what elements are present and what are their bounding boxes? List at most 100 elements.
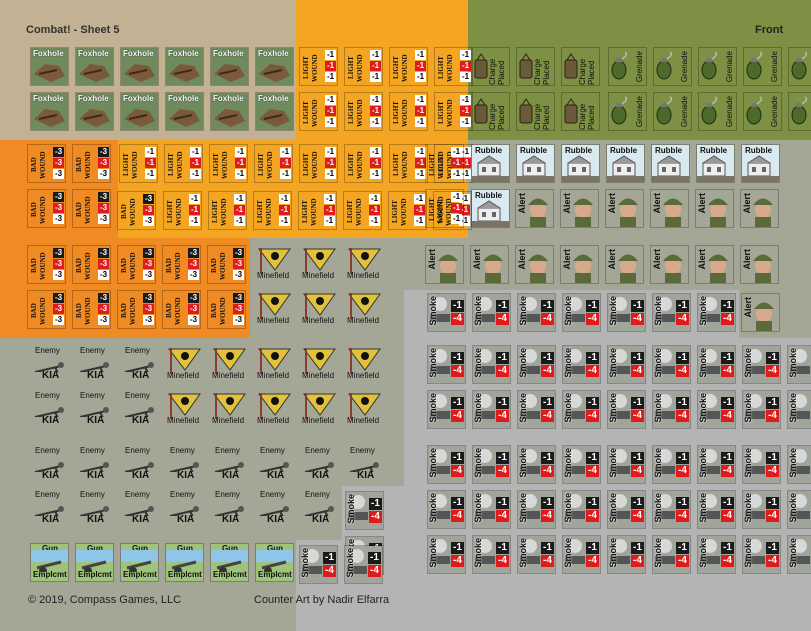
counter-smoke[interactable]: Smoke-1-4 bbox=[473, 294, 510, 331]
counter-smoke[interactable]: Smoke-1-4 bbox=[608, 391, 645, 428]
counter-smoke[interactable]: Smoke-1-4 bbox=[346, 492, 383, 529]
counter-smoke[interactable]: Smoke-1-4 bbox=[563, 491, 600, 528]
counter-smoke[interactable]: Smoke-1-4 bbox=[698, 491, 735, 528]
counter-grenade[interactable]: Grenade bbox=[744, 48, 781, 85]
counter-minefield[interactable]: Minefield bbox=[346, 291, 383, 328]
counter-light-wound[interactable]: LIGHT WOUND -1 -1 -1 bbox=[255, 145, 292, 182]
counter-light-wound[interactable]: LIGHT WOUND -1 -1 -1 bbox=[435, 48, 472, 85]
counter-gun-emplcmt[interactable]: Gun Emplcmt bbox=[166, 544, 203, 581]
counter-enemy-kia[interactable]: Enemy KIA bbox=[31, 391, 68, 428]
counter-smoke[interactable]: Smoke-1-4 bbox=[608, 491, 645, 528]
counter-smoke[interactable]: Smoke-1-4 bbox=[698, 346, 735, 383]
counter-minefield[interactable]: Minefield bbox=[346, 246, 383, 283]
counter-smoke[interactable]: Smoke-1-4 bbox=[518, 491, 555, 528]
counter-foxhole[interactable]: Foxhole bbox=[121, 48, 158, 85]
counter-bad-wound[interactable]: BAD WOUND -3 -3 -3 bbox=[73, 246, 110, 283]
counter-light-wound[interactable]: LIGHT WOUND -1 -1 -1 bbox=[299, 192, 336, 229]
counter-alert[interactable]: Alert bbox=[651, 190, 688, 227]
counter-enemy-kia[interactable]: Enemy KIA bbox=[31, 346, 68, 383]
counter-light-wound[interactable]: LIGHT WOUND -1 -1 -1 bbox=[300, 48, 337, 85]
counter-minefield[interactable]: Minefield bbox=[166, 391, 203, 428]
counter-smoke[interactable]: Smoke-1-4 bbox=[563, 446, 600, 483]
counter-grenade[interactable]: Grenade bbox=[609, 48, 646, 85]
counter-grenade[interactable]: Grenade bbox=[654, 93, 691, 130]
counter-rubble[interactable]: Rubble bbox=[607, 145, 644, 182]
counter-grenade[interactable]: Grenade bbox=[699, 48, 736, 85]
counter-smoke[interactable]: Smoke-1-4 bbox=[473, 536, 510, 573]
counter-enemy-kia[interactable]: Enemy KIA bbox=[121, 346, 158, 383]
counter-foxhole[interactable]: Foxhole bbox=[31, 93, 68, 130]
counter-foxhole[interactable]: Foxhole bbox=[121, 93, 158, 130]
counter-light-wound[interactable]: LIGHT WOUND -1 -1 -1 bbox=[435, 93, 472, 130]
counter-alert[interactable]: Alert bbox=[471, 246, 508, 283]
counter-enemy-kia[interactable]: Enemy KIA bbox=[121, 391, 158, 428]
counter-alert[interactable]: Alert bbox=[696, 190, 733, 227]
counter-enemy-kia[interactable]: Enemy KIA bbox=[301, 490, 338, 527]
counter-smoke[interactable]: Smoke-1-4 bbox=[608, 294, 645, 331]
counter-smoke[interactable]: Smoke-1-4 bbox=[788, 446, 811, 483]
counter-light-wound[interactable]: LIGHT WOUND -1 -1 -1 bbox=[300, 145, 337, 182]
counter-light-wound[interactable]: LIGHT WOUND -1 -1 -1 bbox=[345, 145, 382, 182]
counter-smoke[interactable]: Smoke-1-4 bbox=[518, 446, 555, 483]
counter-light-wound[interactable]: LIGHT WOUND -1 -1 -1 bbox=[120, 145, 157, 182]
counter-smoke[interactable]: Smoke-1-4 bbox=[743, 536, 780, 573]
counter-minefield[interactable]: Minefield bbox=[256, 346, 293, 383]
counter-light-wound[interactable]: LIGHT WOUND -1 -1 -1 bbox=[164, 192, 201, 229]
counter-light-wound[interactable]: LIGHT WOUND -1 -1 -1 bbox=[426, 145, 463, 182]
counter-light-wound[interactable]: LIGHT WOUND -1 -1 -1 bbox=[344, 192, 381, 229]
counter-bad-wound[interactable]: BAD WOUND -3 -3 -3 bbox=[28, 190, 65, 227]
counter-light-wound[interactable]: LIGHT WOUND -1 -1 -1 bbox=[209, 192, 246, 229]
counter-gun-emplcmt[interactable]: Gun Emplcmt bbox=[121, 544, 158, 581]
counter-smoke[interactable]: Smoke-1-4 bbox=[473, 446, 510, 483]
counter-enemy-kia[interactable]: Enemy KIA bbox=[76, 490, 113, 527]
counter-enemy-kia[interactable]: Enemy KIA bbox=[301, 446, 338, 483]
counter-smoke[interactable]: Smoke-1-4 bbox=[428, 294, 465, 331]
counter-rubble[interactable]: Rubble bbox=[472, 190, 509, 227]
counter-enemy-kia[interactable]: Enemy KIA bbox=[211, 490, 248, 527]
counter-gun-emplcmt[interactable]: Gun Emplcmt bbox=[76, 544, 113, 581]
counter-bad-wound[interactable]: BAD WOUND -3 -3 -3 bbox=[28, 291, 65, 328]
counter-alert[interactable]: Alert bbox=[426, 246, 463, 283]
counter-foxhole[interactable]: Foxhole bbox=[166, 93, 203, 130]
counter-minefield[interactable]: Minefield bbox=[256, 291, 293, 328]
counter-bad-wound[interactable]: BAD WOUND -3 -3 -3 bbox=[118, 291, 155, 328]
counter-smoke[interactable]: Smoke-1-4 bbox=[473, 391, 510, 428]
counter-smoke[interactable]: Smoke-1-4 bbox=[653, 536, 690, 573]
counter-bad-wound[interactable]: BAD WOUND -3 -3 -3 bbox=[73, 190, 110, 227]
counter-smoke[interactable]: Smoke-1-4 bbox=[518, 346, 555, 383]
counter-smoke[interactable]: Smoke-1-4 bbox=[518, 391, 555, 428]
counter-gun-emplcmt[interactable]: Gun Emplcmt bbox=[31, 544, 68, 581]
counter-alert[interactable]: Alert bbox=[561, 190, 598, 227]
counter-smoke[interactable]: Smoke-1-4 bbox=[788, 491, 811, 528]
counter-foxhole[interactable]: Foxhole bbox=[211, 48, 248, 85]
counter-smoke[interactable]: Smoke-1-4 bbox=[608, 346, 645, 383]
counter-bad-wound[interactable]: BAD WOUND -3 -3 -3 bbox=[73, 145, 110, 182]
counter-alert[interactable]: Alert bbox=[561, 246, 598, 283]
counter-minefield[interactable]: Minefield bbox=[346, 346, 383, 383]
counter-charge-placed[interactable]: Charge Placed bbox=[472, 93, 509, 130]
counter-bad-wound[interactable]: BAD WOUND -3 -3 -3 bbox=[163, 291, 200, 328]
counter-smoke[interactable]: Smoke-1-4 bbox=[743, 491, 780, 528]
counter-charge-placed[interactable]: Charge Placed bbox=[517, 93, 554, 130]
counter-enemy-kia[interactable]: Enemy KIA bbox=[76, 346, 113, 383]
counter-minefield[interactable]: Minefield bbox=[301, 346, 338, 383]
counter-smoke[interactable]: Smoke-1-4 bbox=[698, 391, 735, 428]
counter-smoke[interactable]: Smoke-1-4 bbox=[608, 536, 645, 573]
counter-charge-placed[interactable]: Charge Placed bbox=[472, 48, 509, 85]
counter-minefield[interactable]: Minefield bbox=[166, 346, 203, 383]
counter-smoke[interactable]: Smoke-1-4 bbox=[743, 391, 780, 428]
counter-alert[interactable]: Alert bbox=[516, 246, 553, 283]
counter-enemy-kia[interactable]: Enemy KIA bbox=[121, 446, 158, 483]
counter-minefield[interactable]: Minefield bbox=[256, 246, 293, 283]
counter-bad-wound[interactable]: BAD WOUND -3 -3 -3 bbox=[28, 145, 65, 182]
counter-light-wound[interactable]: LIGHT WOUND -1 -1 -1 bbox=[210, 145, 247, 182]
counter-rubble[interactable]: Rubble bbox=[652, 145, 689, 182]
counter-rubble[interactable]: Rubble bbox=[742, 145, 779, 182]
counter-bad-wound[interactable]: BAD WOUND -3 -3 -3 bbox=[118, 192, 155, 229]
counter-bad-wound[interactable]: BAD WOUND -3 -3 -3 bbox=[163, 246, 200, 283]
counter-smoke[interactable]: Smoke-1-4 bbox=[428, 536, 465, 573]
counter-smoke[interactable]: Smoke-1-4 bbox=[698, 446, 735, 483]
counter-foxhole[interactable]: Foxhole bbox=[211, 93, 248, 130]
counter-smoke[interactable]: Smoke-1-4 bbox=[518, 294, 555, 331]
counter-minefield[interactable]: Minefield bbox=[301, 291, 338, 328]
